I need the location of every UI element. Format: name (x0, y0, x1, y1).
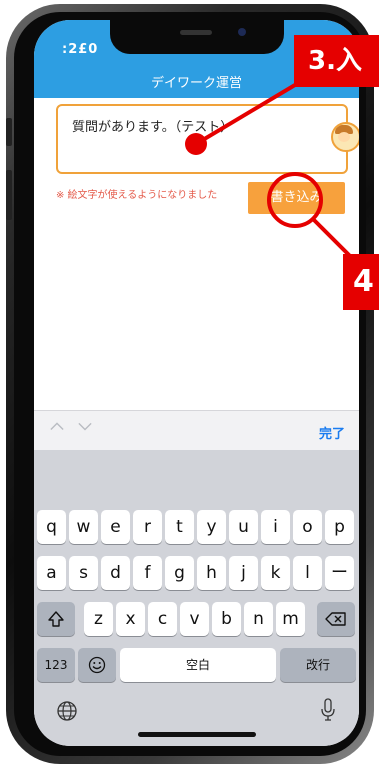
phone-screen: :2£0 デイワーク運営 質問があります。（テスト） ※ 絵文字が使えるようにな… (34, 20, 359, 746)
key-r[interactable]: r (133, 510, 162, 544)
write-button[interactable]: 書き込み (248, 182, 345, 214)
key-i[interactable]: i (261, 510, 290, 544)
status-time: :2£0 (62, 42, 99, 57)
key-q[interactable]: q (37, 510, 66, 544)
key-a[interactable]: a (37, 556, 66, 590)
key-w[interactable]: w (69, 510, 98, 544)
emoji-icon (88, 656, 106, 674)
key-y[interactable]: y (197, 510, 226, 544)
keyboard: q w e r t y u i o p a s d f g h j k l ー … (34, 450, 359, 746)
key-t[interactable]: t (165, 510, 194, 544)
shift-icon (48, 611, 64, 627)
key-v[interactable]: v (180, 602, 209, 636)
key-u[interactable]: u (229, 510, 258, 544)
keyboard-accessory-bar: 完了 (34, 410, 359, 451)
delete-key[interactable] (317, 602, 355, 636)
globe-icon[interactable] (56, 700, 78, 722)
front-camera (238, 28, 246, 36)
key-n[interactable]: n (244, 602, 273, 636)
key-m[interactable]: m (276, 602, 305, 636)
key-g[interactable]: g (165, 556, 194, 590)
key-l[interactable]: l (293, 556, 322, 590)
key-h[interactable]: h (197, 556, 226, 590)
avatar-face (338, 132, 350, 142)
done-button[interactable]: 完了 (319, 423, 345, 442)
key-c[interactable]: c (148, 602, 177, 636)
key-s[interactable]: s (69, 556, 98, 590)
step-4-callout: 4 (343, 254, 379, 310)
microphone-icon[interactable] (320, 698, 336, 722)
message-input-value: 質問があります。（テスト） (72, 120, 234, 135)
key-b[interactable]: b (212, 602, 241, 636)
home-indicator[interactable] (138, 732, 256, 737)
emoji-note: ※ 絵文字が使えるようになりました (56, 190, 218, 201)
speaker (180, 30, 212, 35)
key-o[interactable]: o (293, 510, 322, 544)
key-f[interactable]: f (133, 556, 162, 590)
key-p[interactable]: p (325, 510, 354, 544)
key-j[interactable]: j (229, 556, 258, 590)
volume-up-button (6, 170, 12, 220)
key-e[interactable]: e (101, 510, 130, 544)
delete-icon (325, 612, 346, 626)
numbers-key[interactable]: 123 (37, 648, 75, 682)
notch (110, 20, 284, 54)
key-d[interactable]: d (101, 556, 130, 590)
key-k[interactable]: k (261, 556, 290, 590)
chevron-up-icon[interactable] (50, 419, 64, 433)
space-key[interactable]: 空白 (120, 648, 276, 682)
avatar (331, 122, 359, 152)
step-3-callout: 3.入 (294, 35, 379, 87)
message-input[interactable]: 質問があります。（テスト） (56, 104, 348, 174)
chevron-down-icon[interactable] (78, 419, 92, 433)
key-long-vowel[interactable]: ー (325, 556, 354, 590)
emoji-key[interactable] (78, 648, 116, 682)
key-z[interactable]: z (84, 602, 113, 636)
return-key[interactable]: 改行 (280, 648, 356, 682)
mute-switch (6, 118, 12, 146)
shift-key[interactable] (37, 602, 75, 636)
key-x[interactable]: x (116, 602, 145, 636)
